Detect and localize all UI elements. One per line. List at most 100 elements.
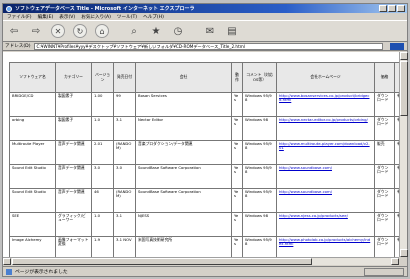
table-cell: Windows 98 [242,116,277,141]
column-header: コメント（対応OS等） [242,62,277,93]
maximize-button[interactable] [388,5,396,12]
table-cell: NJESS [135,212,232,237]
table-cell: (RANDOM) [113,188,136,213]
table-cell: Yes [231,164,243,189]
table-cell: グラフィック/ビューワー [55,212,92,237]
table-row: Sound Edit Studio 音声データ関連 46 (RANDOM) So… [9,188,407,213]
table-cell: 画像フォーマット変換 [55,236,92,257]
menu-favorites[interactable]: お気に入り(A) [81,14,111,20]
refresh-icon[interactable]: ↻ [73,24,87,38]
homepage-link[interactable]: http://www.soundbase.com/ [276,188,375,213]
menu-view[interactable]: 表示(V) [59,14,75,20]
go-button[interactable] [390,42,404,50]
close-button[interactable] [397,5,405,12]
history-icon[interactable]: ◷ [171,24,185,38]
table-cell: ダウンロード [374,236,395,257]
title-bar: ソフトウェアデータベース Title - Microsoft インターネット エ… [3,4,407,13]
address-label: アドレス(D) [5,44,31,49]
table-cell: 3.1 [113,116,136,141]
scroll-left-icon[interactable] [3,258,11,265]
table-cell: 1.0 [91,116,114,141]
table-cell: ダウンロード [374,92,395,117]
table-cell: 3.1 [113,212,136,237]
table-cell: Windows 95/98 [242,164,277,189]
table-cell: 1.00 [91,92,114,117]
table-cell: SEE [9,212,56,237]
stop-icon[interactable]: ✕ [51,24,65,38]
table-cell: Nectar Editor [135,116,232,141]
menu-file[interactable]: ファイル(F) [7,14,32,20]
column-header: 発売日付 [113,62,136,93]
vertical-scrollbar[interactable] [399,52,408,257]
minimize-button[interactable] [379,5,387,12]
table-cell: ダウンロード [374,188,395,213]
toolbar: ⇦ ⇨ ✕ ↻ ⌂ ⌕ ★ ◷ ✉ ▤ [3,21,407,42]
table-row: BRIDGE/CD 製図素子 1.00 99 Bosan Services Ye… [9,92,407,117]
table-cell: orbing [9,116,56,141]
column-header: 価格 [374,62,395,93]
table-cell: ダウンロード [374,116,395,141]
table-cell: 製図素子 [55,116,92,141]
table-cell: 2.01 [91,140,114,165]
forward-icon[interactable]: ⇨ [29,24,43,38]
table-cell: Yes [231,188,243,213]
column-header: カテゴリー [55,62,92,93]
page-icon [6,268,12,275]
homepage-link[interactable]: http://www.soundbase.com/ [276,164,375,189]
scroll-down-icon[interactable] [400,249,408,257]
table-cell: (RANDOM) [113,140,136,165]
table-cell: 3.1 NOV [113,236,136,257]
print-icon[interactable]: ▤ [225,24,239,38]
column-header: ソフトウェア名 [9,62,56,93]
vertical-scroll-thumb[interactable] [400,61,408,116]
table-cell: 製図素子 [55,92,92,117]
table-row: Multiroute Player 音声データ関連 2.01 (RANDOM) … [9,140,407,165]
table-cell: 音楽プロダクション/データ関連 [135,140,232,165]
table-cell: 販売 [374,140,395,165]
address-input[interactable]: C:¥WINNT¥Profiles¥yyy¥デスクトップ¥ソフトウェア¥新しいフ… [33,42,383,50]
status-text: ページが表示されました [15,270,68,275]
scroll-right-icon[interactable] [391,258,399,265]
table-cell: Sound Edit Studio [9,188,56,213]
table-cell: Yes [231,116,243,141]
table-cell: 音声データ関連 [55,164,92,189]
window-title: ソフトウェアデータベース Title - Microsoft インターネット エ… [15,6,195,12]
column-header: 会社 [135,62,232,93]
menu-edit[interactable]: 編集(E) [38,14,54,20]
table-cell: Windows 95/98 [242,236,277,257]
security-zone [364,267,404,276]
horizontal-scroll-thumb[interactable] [12,258,312,265]
mail-icon[interactable]: ✉ [203,24,217,38]
table-row: Image Alchemy 画像フォーマット変換 1.9 3.1 NOV 米国写… [9,236,407,257]
horizontal-scrollbar[interactable] [3,257,399,265]
table-cell: Bosan Services [135,92,232,117]
homepage-link[interactable]: http://www.bosanservices.co.jp/product/b… [276,92,375,117]
browser-window: ソフトウェアデータベース Title - Microsoft インターネット エ… [2,3,408,277]
table-cell: Multiroute Player [9,140,56,165]
table-cell: 米国写真技術研究所 [135,236,232,257]
back-icon[interactable]: ⇦ [7,24,21,38]
status-bar: ページが表示されました [3,266,407,276]
table-cell: Windows 95/98 [242,188,277,213]
search-icon[interactable]: ⌕ [127,24,141,38]
menu-tools[interactable]: ツール(T) [117,14,137,20]
table-row: orbing 製図素子 1.0 3.1 Nectar Editor Yes Wi… [9,116,407,141]
homepage-link[interactable]: http://www.multiroute-player.com/downloa… [276,140,375,165]
homepage-link[interactable]: http://www.photolab.co.jp/products/alche… [276,236,375,257]
home-icon[interactable]: ⌂ [95,24,109,38]
favorites-icon[interactable]: ★ [149,24,163,38]
table-cell: Yes [231,92,243,117]
table-cell: 音声データ関連 [55,188,92,213]
browser-icon [6,5,12,12]
column-header: 会社ホームページ [276,62,375,93]
menu-help[interactable]: ヘルプ(H) [143,14,164,20]
scroll-up-icon[interactable] [400,52,408,60]
table-row: Sound Edit Studio 音声データ関連 3.0 3.0 SoundB… [9,164,407,189]
table-cell: Windows 95/98 [242,140,277,165]
homepage-link[interactable]: http://www.nectar-editor.co.jp/products/… [276,116,375,141]
homepage-link[interactable]: http://www.njess.co.jp/products/see/ [276,212,375,237]
table-cell: 46 [91,188,114,213]
table-cell: ダウンロード [374,164,395,189]
table-cell: Windows 95/98 [242,92,277,117]
table-cell: 音声データ関連 [55,140,92,165]
